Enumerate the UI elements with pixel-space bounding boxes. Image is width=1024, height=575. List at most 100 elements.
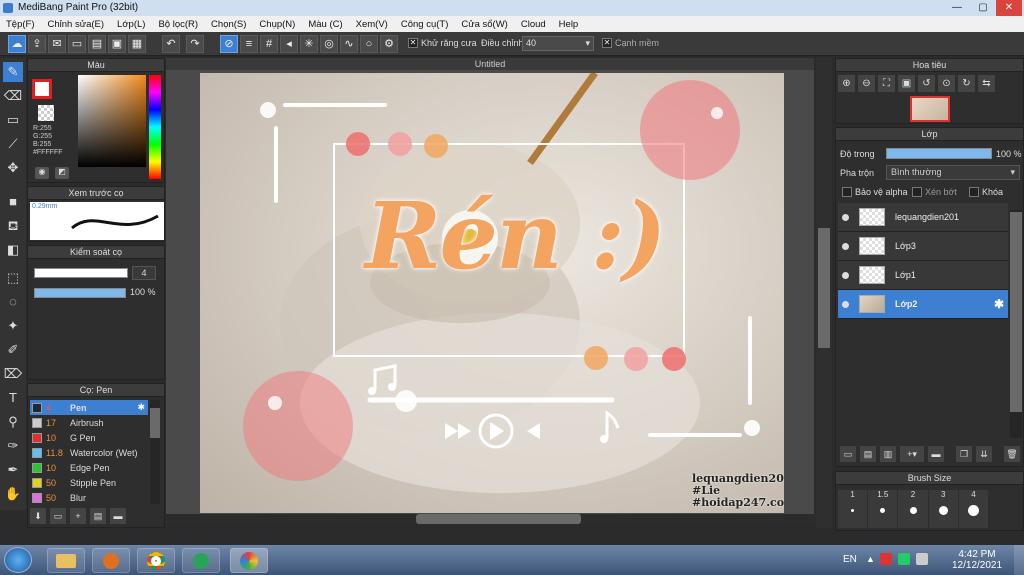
brush-list-item[interactable]: 4 Pen ✱ bbox=[30, 400, 148, 415]
menu-edit[interactable]: Chỉnh sửa(E) bbox=[48, 19, 105, 30]
brush-list-scrollbar[interactable] bbox=[150, 400, 160, 504]
clip-checkbox[interactable] bbox=[912, 186, 922, 197]
menu-cloud[interactable]: Cloud bbox=[521, 19, 546, 30]
curve-snap-icon[interactable]: ∿ bbox=[340, 35, 358, 53]
bucket-tool-icon[interactable]: ⛾ bbox=[3, 216, 23, 236]
menu-filter[interactable]: Bộ lọc(R) bbox=[158, 19, 198, 30]
comment-icon[interactable]: ✉ bbox=[48, 35, 66, 53]
medibang-taskbar-icon[interactable] bbox=[230, 548, 268, 573]
undo-icon[interactable]: ↶ bbox=[162, 35, 180, 53]
new-8bit-layer-icon[interactable]: ▥ bbox=[880, 446, 896, 462]
gradient-tool-icon[interactable]: ◧ bbox=[3, 240, 23, 260]
network-icon[interactable] bbox=[898, 553, 910, 565]
brush-list-item[interactable]: 50 Stipple Pen bbox=[30, 475, 148, 490]
zoom-in-icon[interactable]: ⊕ bbox=[838, 75, 855, 92]
rotate-right-icon[interactable]: ↻ bbox=[958, 75, 975, 92]
zoom-out-icon[interactable]: ⊖ bbox=[858, 75, 875, 92]
add-brush-icon[interactable]: + bbox=[70, 508, 86, 524]
line-tool-icon[interactable]: ⟋ bbox=[3, 134, 23, 154]
soft-edge-checkbox[interactable]: ✕ bbox=[602, 37, 612, 48]
brush-opacity-slider[interactable] bbox=[34, 288, 126, 298]
concentric-icon[interactable]: ◎ bbox=[320, 35, 338, 53]
document-icon[interactable]: ▤ bbox=[88, 35, 106, 53]
select-eraser-tool-icon[interactable]: ⌦ bbox=[3, 364, 23, 384]
tray-app-icon[interactable] bbox=[880, 553, 892, 565]
coccoc-icon[interactable] bbox=[182, 548, 220, 573]
volume-icon[interactable] bbox=[916, 553, 928, 565]
adjust-dropdown[interactable]: 40 ▾ bbox=[522, 36, 594, 51]
settings-icon[interactable]: ⚙ bbox=[380, 35, 398, 53]
antialias-toggle[interactable]: ✕ Khử răng cưa bbox=[408, 37, 477, 49]
pen-tool-icon[interactable]: ✒ bbox=[3, 460, 23, 480]
brush-size-1[interactable]: 1 bbox=[838, 490, 868, 528]
trash-icon[interactable]: 🗑 bbox=[1004, 446, 1020, 462]
brush-tool-icon[interactable]: ✎ bbox=[3, 62, 23, 82]
folder-icon[interactable]: ▬ bbox=[928, 446, 944, 462]
new-layer-icon[interactable]: ▭ bbox=[840, 446, 856, 462]
add-layer-menu-icon[interactable]: +▾ bbox=[900, 446, 924, 462]
artwork-canvas[interactable]: Rén :) lequangdien201 #Lie #hoidap247.co… bbox=[200, 73, 784, 513]
menu-layer[interactable]: Lớp(L) bbox=[117, 19, 145, 30]
visibility-icon[interactable] bbox=[842, 300, 849, 308]
secondary-color-swatch[interactable] bbox=[38, 105, 54, 121]
menu-file[interactable]: Tệp(F) bbox=[6, 19, 35, 30]
menu-tools[interactable]: Công cụ(T) bbox=[401, 19, 449, 30]
gear-icon[interactable]: ✱ bbox=[137, 402, 145, 413]
menu-snap[interactable]: Chụp(N) bbox=[259, 19, 295, 30]
brush-list-item[interactable]: 50 Blur bbox=[30, 490, 148, 505]
lock-toggle[interactable]: Khóa bbox=[969, 186, 1003, 198]
minimize-button[interactable]: — bbox=[944, 0, 970, 16]
horizontal-scrollbar[interactable] bbox=[166, 514, 814, 524]
visibility-icon[interactable] bbox=[842, 271, 849, 279]
menu-color[interactable]: Màu (C) bbox=[308, 19, 342, 30]
reset-view-icon[interactable]: ⊙ bbox=[938, 75, 955, 92]
move-tool-icon[interactable]: ✥ bbox=[3, 158, 23, 178]
layer-row[interactable]: Lớp1 bbox=[838, 261, 1008, 290]
menu-window[interactable]: Cửa sổ(W) bbox=[461, 19, 507, 30]
new-halftone-layer-icon[interactable]: ▤ bbox=[860, 446, 876, 462]
cloud-icon[interactable]: ☁ bbox=[8, 35, 26, 53]
antialias-checkbox[interactable]: ✕ bbox=[408, 37, 418, 48]
brush-size-2[interactable]: 2 bbox=[898, 490, 928, 528]
brush-size-3[interactable]: 3 bbox=[928, 490, 958, 528]
magic-wand-tool-icon[interactable]: ✦ bbox=[3, 316, 23, 336]
new-file-icon[interactable]: ▭ bbox=[68, 35, 86, 53]
eraser-tool-icon[interactable]: ⌫ bbox=[3, 86, 23, 106]
hue-slider[interactable] bbox=[149, 75, 161, 179]
rotate-left-icon[interactable]: ↺ bbox=[918, 75, 935, 92]
blend-mode-dropdown[interactable]: Bình thường ▾ bbox=[886, 165, 1020, 180]
protect-alpha-toggle[interactable]: Bảo vệ alpha bbox=[842, 186, 908, 198]
snap-off-icon[interactable]: ⊘ bbox=[220, 35, 238, 53]
navigator-thumbnail[interactable] bbox=[910, 96, 950, 122]
language-indicator[interactable]: EN bbox=[843, 554, 857, 565]
grid-icon[interactable]: ▦ bbox=[128, 35, 146, 53]
layer-row[interactable]: lequangdien201 bbox=[838, 203, 1008, 232]
fill-rect-tool-icon[interactable]: ■ bbox=[3, 192, 23, 212]
layer-opacity-slider[interactable] bbox=[886, 148, 992, 159]
swap-color-icon[interactable]: ◩ bbox=[55, 167, 69, 179]
select-pen-tool-icon[interactable]: ✐ bbox=[3, 340, 23, 360]
visibility-icon[interactable] bbox=[842, 213, 849, 221]
circle-snap-icon[interactable]: ○ bbox=[360, 35, 378, 53]
merge-layer-icon[interactable]: ⇊ bbox=[976, 446, 992, 462]
primary-color-swatch[interactable] bbox=[32, 79, 52, 99]
protect-alpha-checkbox[interactable] bbox=[842, 186, 852, 197]
layer-row[interactable]: Lớp2 ✱ bbox=[838, 290, 1008, 319]
layer-row[interactable]: Lớp3 bbox=[838, 232, 1008, 261]
visibility-icon[interactable] bbox=[842, 242, 849, 250]
lasso-tool-icon[interactable]: ◌ bbox=[3, 292, 23, 312]
chrome-icon[interactable] bbox=[137, 548, 175, 573]
new-brush-icon[interactable]: ▭ bbox=[50, 508, 66, 524]
upload-icon[interactable]: ⇪ bbox=[28, 35, 46, 53]
perspective-icon[interactable]: ◂ bbox=[280, 35, 298, 53]
hand-tool-icon[interactable]: ✋ bbox=[3, 484, 23, 504]
image-icon[interactable]: ▣ bbox=[108, 35, 126, 53]
brush-list-item[interactable]: 11.8 Watercolor (Wet) bbox=[30, 445, 148, 460]
brush-folder-icon[interactable]: ▬ bbox=[110, 508, 126, 524]
brush-size-4[interactable]: 4 bbox=[958, 490, 989, 528]
clip-toggle[interactable]: Xén bớt bbox=[912, 186, 957, 198]
brush-size-slider[interactable] bbox=[34, 268, 128, 278]
palette-icon[interactable]: ◉ bbox=[35, 167, 49, 179]
download-brush-icon[interactable]: ⬇ bbox=[30, 508, 46, 524]
fit-icon[interactable]: ⛶ bbox=[878, 75, 895, 92]
